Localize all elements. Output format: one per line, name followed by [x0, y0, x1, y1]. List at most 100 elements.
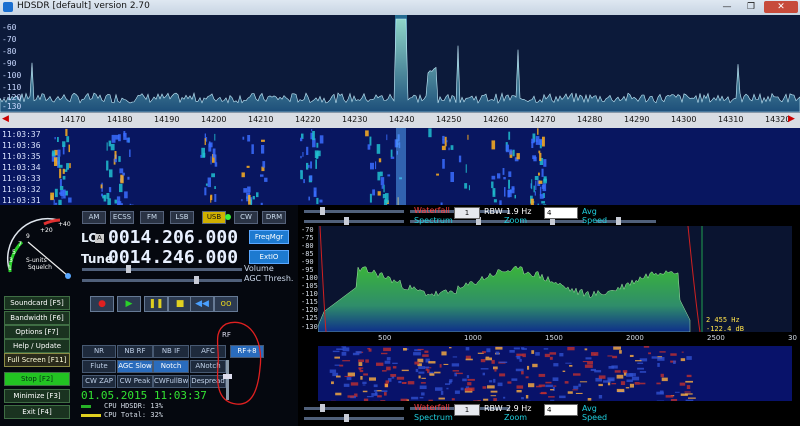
scroll-left-icon[interactable]: ◀: [2, 114, 9, 124]
play-button[interactable]: ▶: [117, 296, 141, 312]
mode-ecss-button[interactable]: ECSS: [110, 211, 134, 224]
freqmgr-button[interactable]: FreqMgr: [249, 230, 289, 244]
slider-knob[interactable]: [344, 217, 349, 225]
fullscreen-button[interactable]: Full Screen [F11]: [4, 353, 70, 367]
mode-cw-button[interactable]: CW: [234, 211, 258, 224]
agc-slider[interactable]: [82, 276, 242, 284]
agc-knob[interactable]: [194, 276, 199, 284]
notch-button[interactable]: Notch: [153, 360, 189, 373]
slider-knob[interactable]: [320, 207, 325, 215]
waterfall-slider-bottom[interactable]: [304, 404, 404, 412]
window-title: HDSDR [default] version 2.70: [17, 1, 150, 11]
db-label: -110: [2, 83, 22, 92]
audio-db-label: -95: [301, 266, 314, 274]
avg-label: Avg: [582, 404, 597, 413]
audio-frequency-scale: 500 1000 1500 2000 2500 30: [298, 333, 800, 345]
slider-knob[interactable]: [320, 404, 325, 412]
audio-db-label: -125: [301, 314, 318, 322]
mode-am-button[interactable]: AM: [82, 211, 106, 224]
audio-db-label: -130: [301, 323, 318, 331]
db-label: -60: [2, 23, 17, 32]
scroll-right-icon[interactable]: ▶: [788, 114, 795, 124]
cwzap-button[interactable]: CW ZAP: [82, 375, 116, 388]
volume-knob[interactable]: [126, 265, 131, 273]
maximize-button[interactable]: ❐: [740, 1, 762, 13]
stop-button[interactable]: Stop [F2]: [4, 372, 70, 386]
avg-select[interactable]: 4: [544, 404, 578, 416]
help-update-button[interactable]: Help / Update [F1]: [4, 339, 70, 362]
db-label: -90: [2, 59, 17, 68]
nbrf-button[interactable]: NB RF: [117, 345, 153, 358]
rbw-label: RBW: [484, 404, 503, 413]
rewind-button[interactable]: ◀◀: [190, 296, 214, 312]
slider-knob[interactable]: [616, 217, 621, 225]
waterfall-image: [50, 128, 547, 205]
agc-slow-button[interactable]: AGC Slow: [117, 360, 153, 373]
lo-frequency[interactable]: 0014.206.000: [108, 227, 238, 248]
audio-db-label: -75: [301, 234, 314, 242]
s-meter: S-units Squelch +40 +20 9 7 5 3 1: [6, 217, 71, 279]
squelch-label: Squelch: [28, 264, 52, 271]
soundcard-button[interactable]: Soundcard [F5]: [4, 296, 70, 310]
flute-button[interactable]: Flute: [82, 360, 116, 373]
rbw-spinner[interactable]: 1: [454, 207, 480, 219]
options-button[interactable]: Options [F7]: [4, 325, 70, 339]
extio-button[interactable]: ExtIO: [249, 250, 289, 264]
freq-label: 14270: [530, 115, 556, 124]
audio-waterfall[interactable]: [318, 346, 792, 401]
cpu-hdsdr: CPU HDSDR: 13%: [104, 402, 164, 410]
audio-freq-label: 30: [788, 334, 797, 342]
time-label: 11:03:31: [2, 196, 41, 205]
time-label: 11:03:32: [2, 185, 41, 194]
slider-knob[interactable]: [344, 414, 349, 422]
audio-freq-label: 2500: [707, 334, 725, 342]
nbif-button[interactable]: NB IF: [153, 345, 189, 358]
minimize-app-button[interactable]: Minimize [F3]: [4, 389, 70, 403]
waterfall-slider-top[interactable]: [304, 207, 404, 215]
db-label: -100: [2, 71, 22, 80]
mode-fm-button[interactable]: FM: [140, 211, 164, 224]
mode-usb-button[interactable]: USB: [202, 211, 226, 224]
pause-button[interactable]: ❚❚: [144, 296, 168, 312]
loop-button[interactable]: oo: [214, 296, 238, 312]
spectrum-slider-top[interactable]: [304, 217, 404, 225]
time-label: 11:03:34: [2, 163, 41, 172]
time-label: 11:03:35: [2, 152, 41, 161]
record-button[interactable]: ●: [90, 296, 114, 312]
exit-button[interactable]: Exit [F4]: [4, 405, 70, 419]
nr-button[interactable]: NR: [82, 345, 116, 358]
audio-waterfall-image: [329, 346, 696, 401]
volume-slider[interactable]: [82, 265, 242, 273]
audio-freq-label: 1500: [545, 334, 563, 342]
main-spectrum[interactable]: -60 -70 -80 -90 -100 -110 -120 -130: [0, 15, 800, 112]
cpu-hdsdr-bar: [81, 405, 91, 408]
cwfullbw-button[interactable]: CWFullBw: [153, 375, 189, 388]
mode-lsb-button[interactable]: LSB: [170, 211, 194, 224]
app-icon: [3, 2, 13, 12]
audio-freq-label: 2000: [626, 334, 644, 342]
zoom-slider-top[interactable]: [520, 217, 584, 225]
cwpeak-button[interactable]: CW Peak: [117, 375, 153, 388]
smeter-tick: +20: [40, 227, 53, 234]
cpu-total-bar: [81, 414, 101, 417]
title-bar: HDSDR [default] version 2.70 — ❐ ✕: [0, 0, 800, 16]
db-label: -80: [2, 47, 17, 56]
audio-controls-top: Waterfall Spectrum 1 RBW 1.9 Hz Zoom 4 A…: [298, 206, 800, 227]
annotation-circle: [216, 321, 262, 405]
mode-drm-button[interactable]: DRM: [262, 211, 286, 224]
cursor-frequency: 2 455 Hz: [706, 316, 740, 324]
bandwidth-button[interactable]: Bandwidth [F6]: [4, 311, 70, 325]
main-waterfall[interactable]: 11:03:37 11:03:36 11:03:35 11:03:34 11:0…: [0, 128, 800, 205]
stop-playback-button[interactable]: ■: [168, 296, 192, 312]
spectrum-slider-bottom[interactable]: [304, 414, 404, 422]
rbw-value: 2.9 Hz: [506, 404, 532, 413]
close-button[interactable]: ✕: [764, 1, 798, 13]
rbw-spinner[interactable]: 1: [454, 404, 480, 416]
lo-tag[interactable]: A: [95, 234, 104, 243]
rbw-label: RBW: [484, 207, 503, 216]
audio-db-label: -100: [301, 274, 318, 282]
minimize-button[interactable]: —: [716, 1, 738, 13]
cursor-level: -122.4 dB: [706, 325, 744, 333]
avg-select[interactable]: 4: [544, 207, 578, 219]
smeter-label: S-units: [26, 257, 47, 264]
